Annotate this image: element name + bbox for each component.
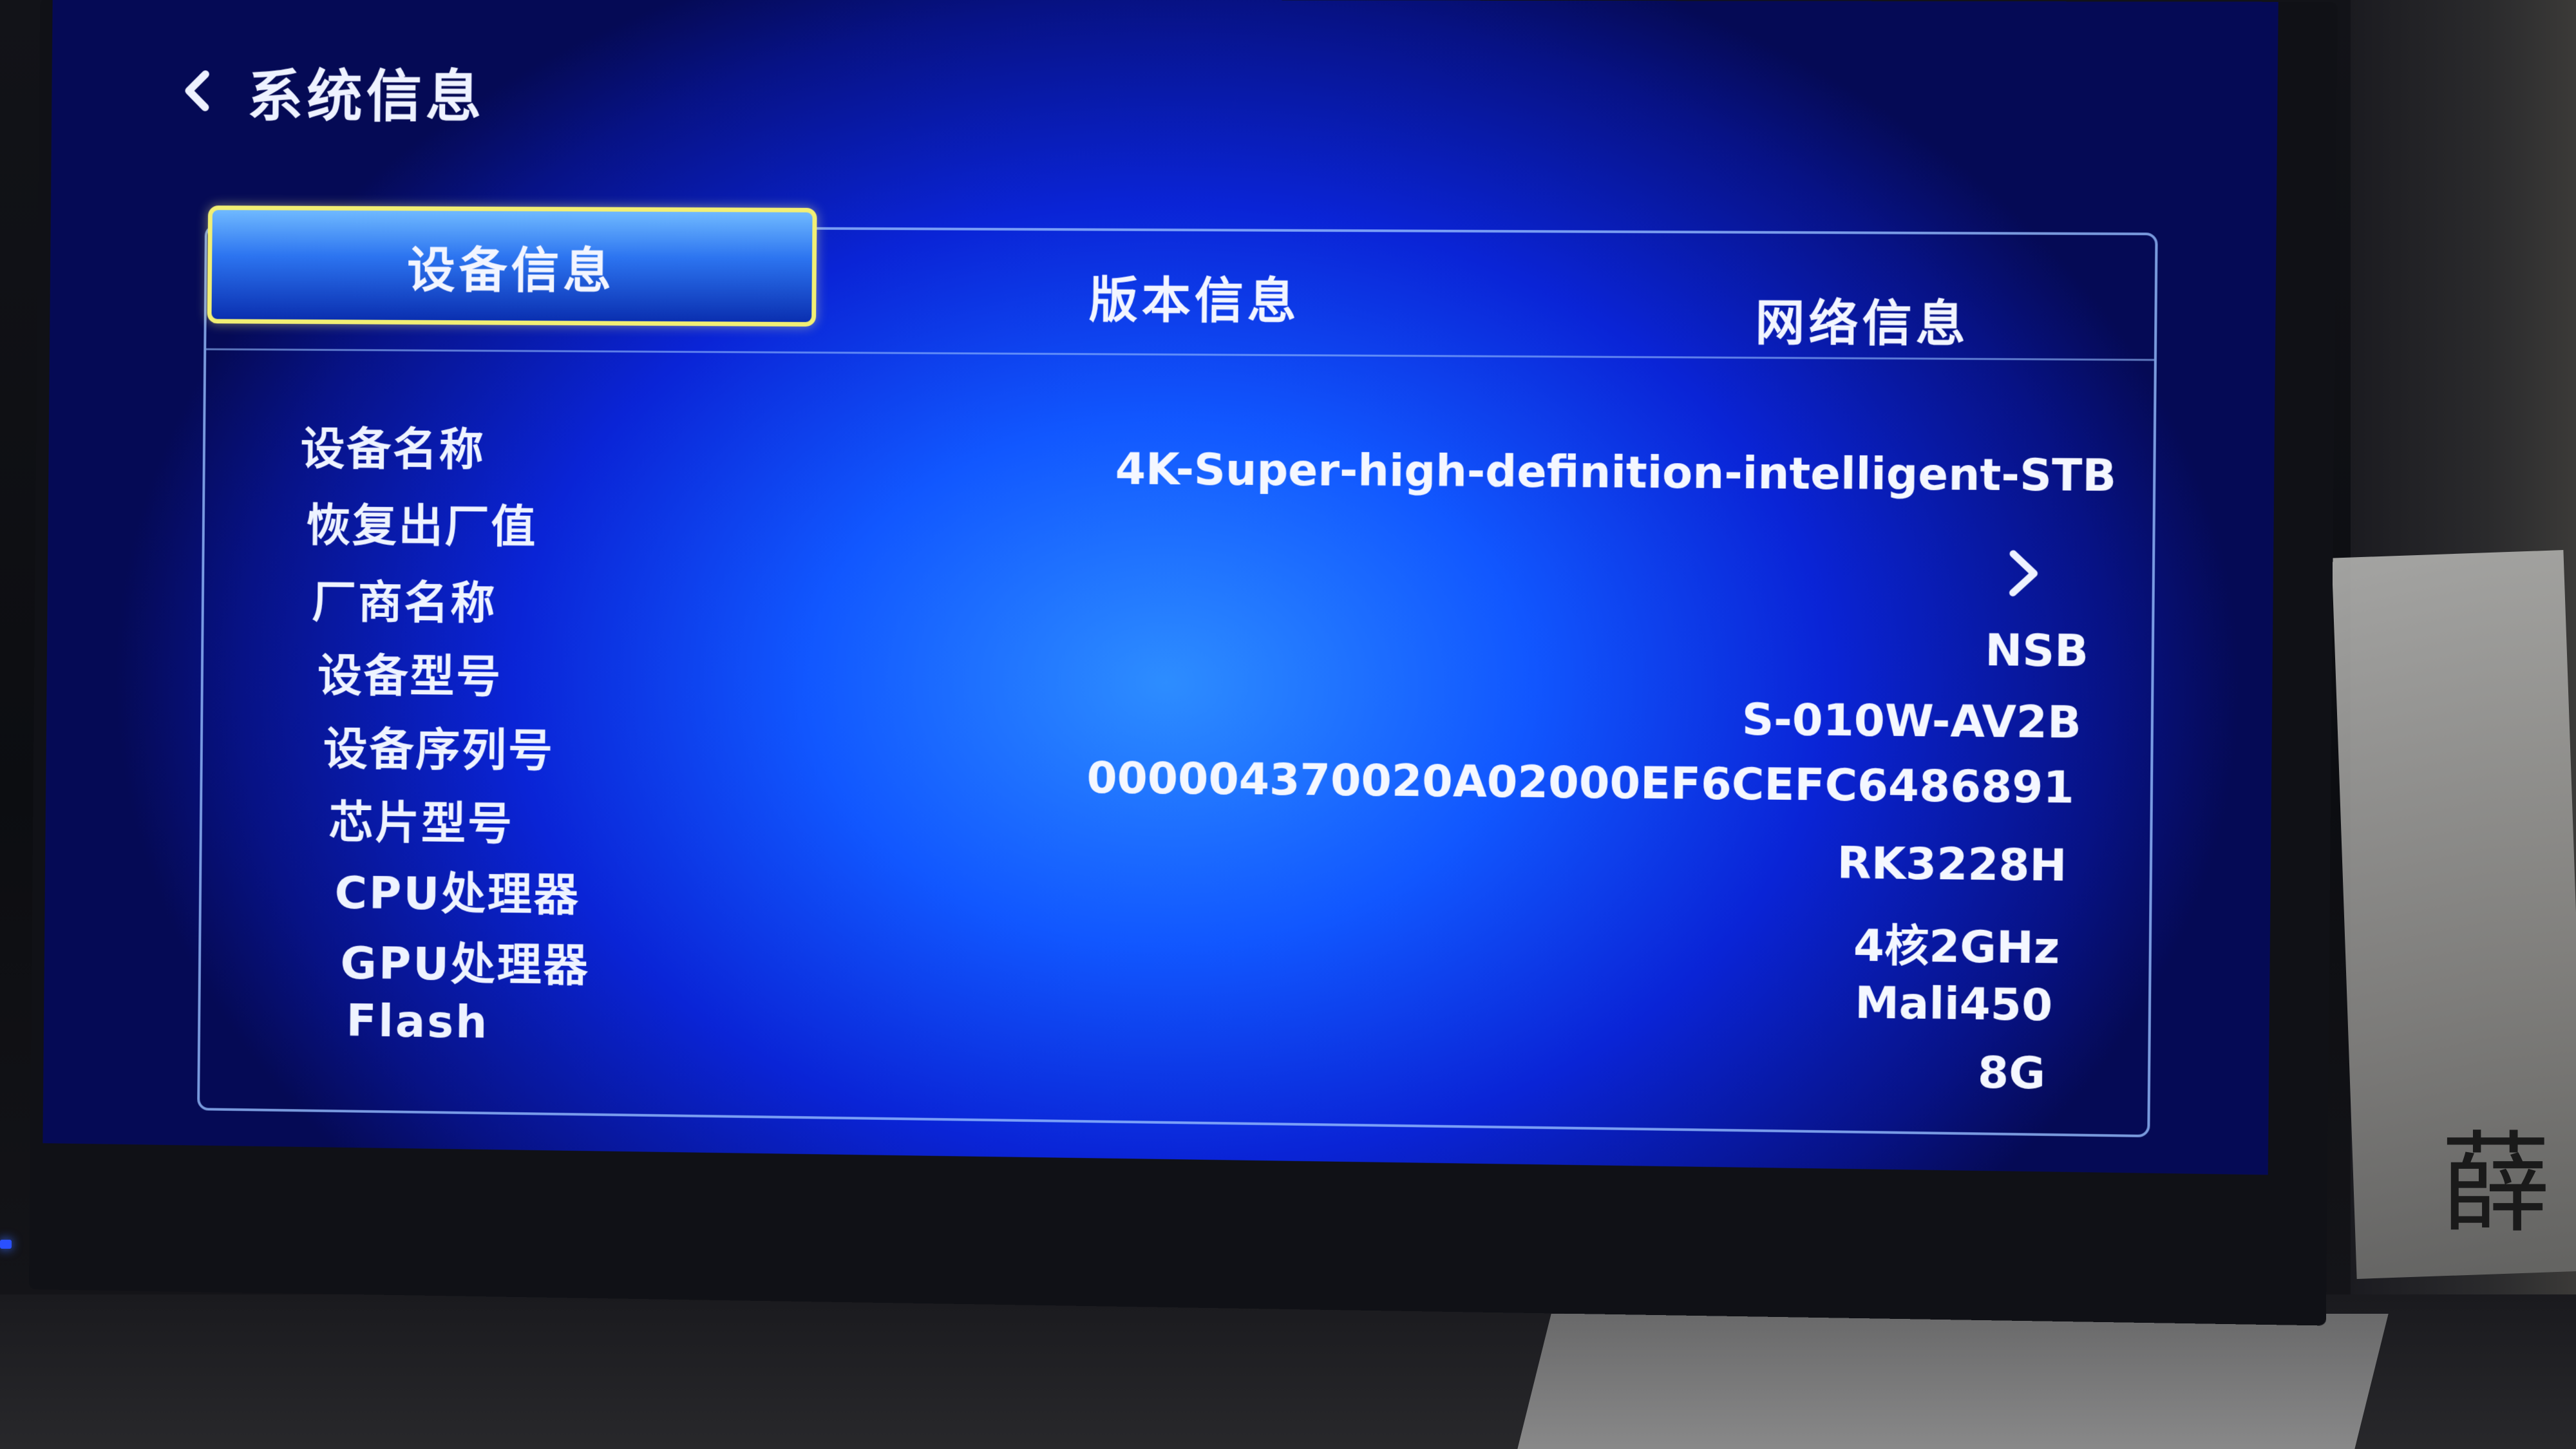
row-label-chip: 芯片型号 (328, 796, 515, 851)
row-value-chip: RK3228H (1837, 838, 2067, 892)
chevron-right-icon[interactable] (2003, 547, 2043, 600)
row-label-factory-reset[interactable]: 恢复出厂值 (306, 490, 538, 556)
row-label-device-name: 设备名称 (300, 422, 486, 477)
row-label-gpu: GPU处理器 (340, 936, 591, 992)
tab-network-info[interactable]: 网络信息 (1556, 263, 2171, 376)
row-value-flash: 8G (1977, 1047, 2046, 1100)
desk-paper (1514, 1314, 2389, 1449)
row-value-device-name: 4K-Super-high-definition-intelligent-STB (1115, 444, 2117, 502)
page-header: 系统信息 (174, 50, 486, 133)
row-value-gpu: Mali450 (1854, 977, 2053, 1032)
row-value-serial: 000004370020A02000EF6CEFC6486891 (1086, 752, 2075, 814)
row-value-manufacturer: NSB (1985, 625, 2089, 677)
row-label-serial: 设备序列号 (323, 723, 555, 778)
row-label-cpu: CPU处理器 (334, 866, 581, 922)
background-sign-glyph: 薛 (2441, 1121, 2551, 1248)
tv-screen: 系统信息 设备信息 版本信息 网络信息 设备名称 恢复出厂值 厂商名称 设备型号… (43, 0, 2278, 1175)
row-label-flash: Flash (346, 994, 489, 1049)
photo-background: 薛 系统信息 设备信息 版本信息 网络信息 设备名称 恢复出厂值 厂商名称 设备… (0, 0, 2576, 1449)
row-label-manufacturer: 厂商名称 (311, 576, 497, 630)
row-value-cpu: 4核2GHz (1853, 920, 2060, 974)
row-value-model: S-010W-AV2B (1741, 694, 2082, 749)
row-label-model: 设备型号 (317, 649, 503, 704)
tv-monitor: 系统信息 设备信息 版本信息 网络信息 设备名称 恢复出厂值 厂商名称 设备型号… (28, 0, 2338, 1326)
power-led-icon (0, 1240, 12, 1249)
page-title: 系统信息 (247, 62, 486, 129)
tab-device-info[interactable]: 设备信息 (207, 205, 817, 327)
chevron-left-icon[interactable] (175, 68, 219, 113)
tab-version-info[interactable]: 版本信息 (893, 240, 1499, 353)
